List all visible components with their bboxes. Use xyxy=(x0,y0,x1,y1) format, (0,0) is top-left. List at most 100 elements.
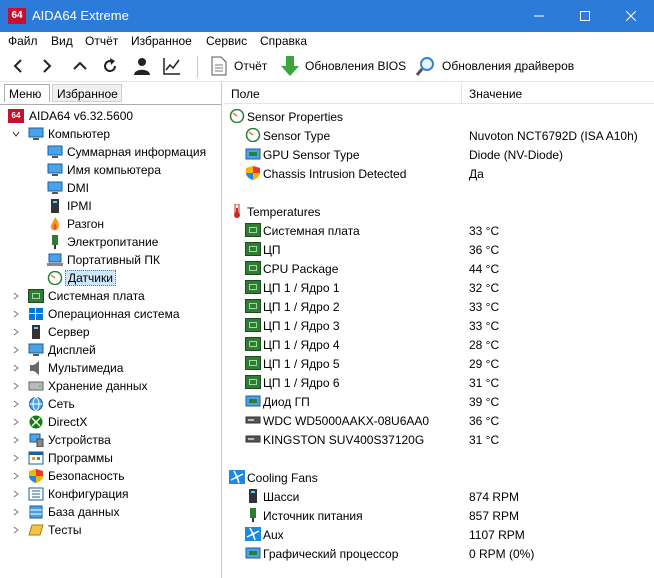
tree-item-root[interactable]: 64 AIDA64 v6.32.5600 xyxy=(0,107,221,125)
table-row[interactable]: WDC WD5000AAKX-08U6AA0 36 °C xyxy=(223,411,654,430)
tree-item-computer-name[interactable]: Имя компьютера xyxy=(0,161,221,179)
tree-item-ipmi[interactable]: IPMI xyxy=(0,197,221,215)
table-row[interactable]: GPU Sensor Type Diode (NV-Diode) xyxy=(223,145,654,164)
back-button[interactable] xyxy=(6,54,30,78)
section-title: Sensor Properties xyxy=(247,110,344,124)
menu-view[interactable]: Вид xyxy=(51,34,73,48)
tree-item-software[interactable]: Программы xyxy=(0,449,221,467)
row-field: KINGSTON SUV400S37120G xyxy=(263,433,425,447)
up-button[interactable] xyxy=(68,54,92,78)
chevron-right-icon[interactable] xyxy=(12,436,20,444)
chevron-right-icon[interactable] xyxy=(12,472,20,480)
table-row[interactable]: Диод ГП 39 °C xyxy=(223,392,654,411)
tree-item-computer[interactable]: Компьютер xyxy=(0,125,221,143)
driver-update-icon-wrap[interactable] xyxy=(414,54,438,78)
menu-help[interactable]: Справка xyxy=(260,34,307,48)
maximize-button[interactable] xyxy=(562,0,608,32)
user-button[interactable] xyxy=(130,54,154,78)
close-button[interactable] xyxy=(608,0,654,32)
chevron-right-icon[interactable] xyxy=(12,328,20,336)
minimize-button[interactable] xyxy=(516,0,562,32)
forward-button[interactable] xyxy=(35,54,59,78)
table-row[interactable]: ЦП 1 / Ядро 4 28 °C xyxy=(223,335,654,354)
chevron-right-icon[interactable] xyxy=(12,454,20,462)
table-row[interactable]: ЦП 36 °C xyxy=(223,240,654,259)
chevron-right-icon[interactable] xyxy=(12,418,20,426)
row-value: 36 °C xyxy=(469,414,500,428)
table-row[interactable]: Aux 1107 RPM xyxy=(223,525,654,544)
tree-item-os[interactable]: Операционная система xyxy=(0,305,221,323)
chevron-right-icon[interactable] xyxy=(12,292,20,300)
bios-update-icon-wrap[interactable] xyxy=(278,54,302,78)
chevron-right-icon[interactable] xyxy=(12,364,20,372)
tree-item-dmi[interactable]: DMI xyxy=(0,179,221,197)
tree-item-motherboard[interactable]: Системная плата xyxy=(0,287,221,305)
table-row[interactable]: ЦП 1 / Ядро 2 33 °C xyxy=(223,297,654,316)
column-divider[interactable] xyxy=(461,82,462,104)
table-row[interactable]: Шасси 874 RPM xyxy=(223,487,654,506)
tab-favorites[interactable]: Избранное xyxy=(52,84,122,102)
tree-item-server[interactable]: Сервер xyxy=(0,323,221,341)
column-header-value[interactable]: Значение xyxy=(469,87,522,101)
chevron-right-icon[interactable] xyxy=(12,526,20,534)
tree-label: Имя компьютера xyxy=(67,163,161,177)
row-value: 0 RPM (0%) xyxy=(469,547,535,561)
hard-drive-icon xyxy=(245,416,261,424)
menu-report[interactable]: Отчёт xyxy=(85,34,118,48)
report-button[interactable]: Отчёт xyxy=(234,59,267,73)
row-field: WDC WD5000AAKX-08U6AA0 xyxy=(263,414,430,428)
tab-menu[interactable]: Меню xyxy=(4,84,50,102)
table-row[interactable]: ЦП 1 / Ядро 1 32 °C xyxy=(223,278,654,297)
tree-item-power[interactable]: Электропитание xyxy=(0,233,221,251)
row-value: Да xyxy=(469,167,484,181)
refresh-button[interactable] xyxy=(98,54,122,78)
chevron-right-icon[interactable] xyxy=(12,508,20,516)
tree-item-multimedia[interactable]: Мультимедиа xyxy=(0,359,221,377)
menu-file[interactable]: Файл xyxy=(8,34,38,48)
gpu-icon xyxy=(245,395,261,407)
tree-item-portable[interactable]: Портативный ПК xyxy=(0,251,221,269)
chevron-left-icon xyxy=(13,59,22,73)
table-row[interactable]: ЦП 1 / Ядро 5 29 °C xyxy=(223,354,654,373)
chevron-right-icon[interactable] xyxy=(12,310,20,318)
chevron-down-icon[interactable] xyxy=(12,130,20,138)
tree-item-storage[interactable]: Хранение данных xyxy=(0,377,221,395)
table-row[interactable]: Источник питания 857 RPM xyxy=(223,506,654,525)
driver-update-button[interactable]: Обновления драйверов xyxy=(442,59,574,73)
benchmark-button[interactable] xyxy=(160,54,184,78)
tree-item-network[interactable]: Сеть xyxy=(0,395,221,413)
chevron-right-icon[interactable] xyxy=(12,346,20,354)
tree-item-overclock[interactable]: Разгон xyxy=(0,215,221,233)
bios-update-button[interactable]: Обновления BIOS xyxy=(305,59,406,73)
tree-item-benchmarks[interactable]: Тесты xyxy=(0,521,221,539)
chevron-right-icon[interactable] xyxy=(12,400,20,408)
tree-item-devices[interactable]: Устройства xyxy=(0,431,221,449)
table-row[interactable]: Системная плата 33 °C xyxy=(223,221,654,240)
report-icon-wrap[interactable] xyxy=(207,54,231,78)
tree-item-config[interactable]: Конфигурация xyxy=(0,485,221,503)
tree-label: Тесты xyxy=(48,523,82,537)
tree-item-sensors[interactable]: Датчики xyxy=(0,269,221,287)
column-header-field[interactable]: Поле xyxy=(231,87,260,101)
row-value: 29 °C xyxy=(469,357,500,371)
tree-item-display[interactable]: Дисплей xyxy=(0,341,221,359)
table-row[interactable]: ЦП 1 / Ядро 6 31 °C xyxy=(223,373,654,392)
chevron-right-icon[interactable] xyxy=(12,490,20,498)
row-value: 857 RPM xyxy=(469,509,520,523)
server-icon xyxy=(32,325,40,339)
menu-service[interactable]: Сервис xyxy=(206,34,247,48)
tree-item-summary[interactable]: Суммарная информация xyxy=(0,143,221,161)
table-row[interactable]: Chassis Intrusion Detected Да xyxy=(223,164,654,183)
row-field: ЦП 1 / Ядро 1 xyxy=(263,281,340,295)
table-row[interactable]: ЦП 1 / Ядро 3 33 °C xyxy=(223,316,654,335)
tree-item-directx[interactable]: DirectX xyxy=(0,413,221,431)
table-row[interactable]: KINGSTON SUV400S37120G 31 °C xyxy=(223,430,654,449)
chevron-right-icon[interactable] xyxy=(12,382,20,390)
tree-item-database[interactable]: База данных xyxy=(0,503,221,521)
table-row[interactable]: Sensor Type Nuvoton NCT6792D (ISA A10h) xyxy=(223,126,654,145)
menu-favorites[interactable]: Избранное xyxy=(131,34,192,48)
table-row[interactable]: Графический процессор 0 RPM (0%) xyxy=(223,544,654,563)
tree-item-security[interactable]: Безопасность xyxy=(0,467,221,485)
tree-label: Мультимедиа xyxy=(48,361,124,375)
table-row[interactable]: CPU Package 44 °C xyxy=(223,259,654,278)
